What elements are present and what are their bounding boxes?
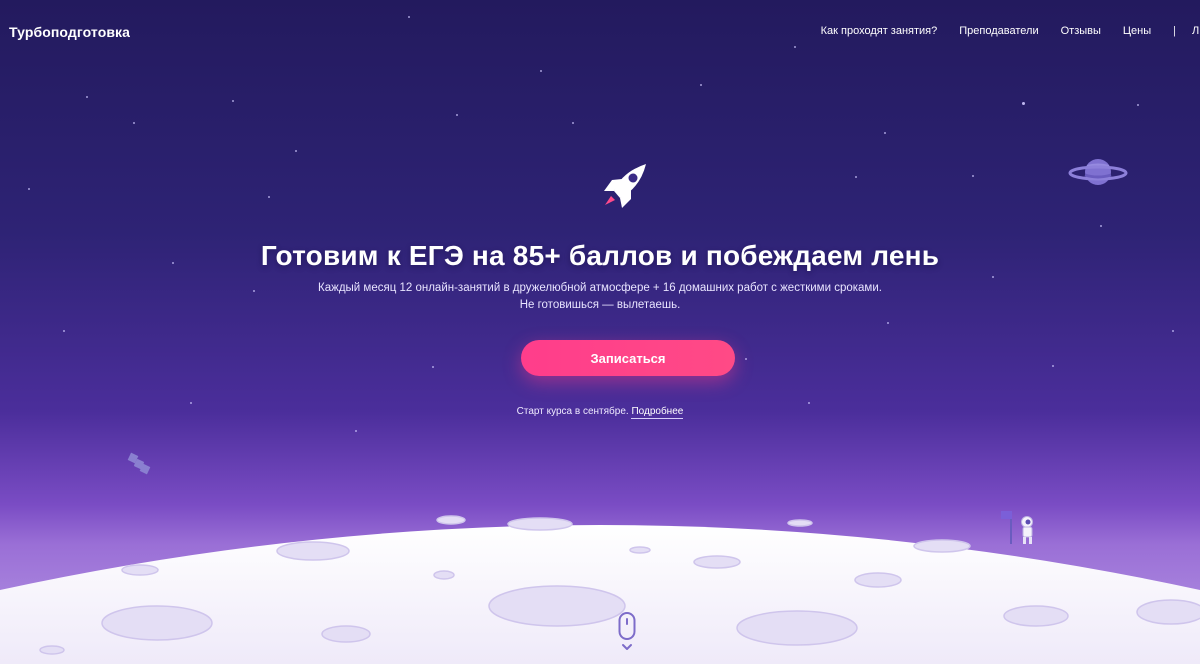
hero-subtitle-line-1: Каждый месяц 12 онлайн-занятий в дружелю… <box>318 282 882 294</box>
hero-subtitle: Каждый месяц 12 онлайн-занятий в дружелю… <box>0 280 1200 314</box>
main-nav: Как проходят занятия? Преподаватели Отзы… <box>799 25 1200 37</box>
satellite-icon <box>127 452 151 475</box>
nav-link-teachers[interactable]: Преподаватели <box>959 25 1038 37</box>
nav-link-login[interactable]: Л <box>1192 25 1200 37</box>
astronaut-icon <box>1001 511 1033 544</box>
nav-separator: | <box>1173 25 1176 37</box>
rocket-icon <box>604 164 646 208</box>
more-details-link[interactable]: Подробнее <box>631 406 684 419</box>
course-start-info: Старт курса в сентябре. Подробнее <box>0 406 1200 419</box>
site-header: Турбоподготовка Как проходят занятия? Пр… <box>0 0 1200 62</box>
nav-link-reviews[interactable]: Отзывы <box>1061 25 1101 37</box>
chevron-down-icon <box>622 644 632 650</box>
planet-icon <box>1068 159 1128 185</box>
hero-subtitle-line-2: Не готовишься — вылетаешь. <box>519 299 681 311</box>
signup-button[interactable]: Записаться <box>521 340 735 376</box>
scroll-mouse-icon[interactable] <box>617 612 637 652</box>
logo[interactable]: Турбоподготовка <box>9 24 130 40</box>
nav-link-how[interactable]: Как проходят занятия? <box>821 25 938 37</box>
nav-link-prices[interactable]: Цены <box>1123 25 1151 37</box>
course-start-text: Старт курса в сентябре. <box>516 406 629 417</box>
hero-title: Готовим к ЕГЭ на 85+ баллов и побеждаем … <box>260 240 940 271</box>
